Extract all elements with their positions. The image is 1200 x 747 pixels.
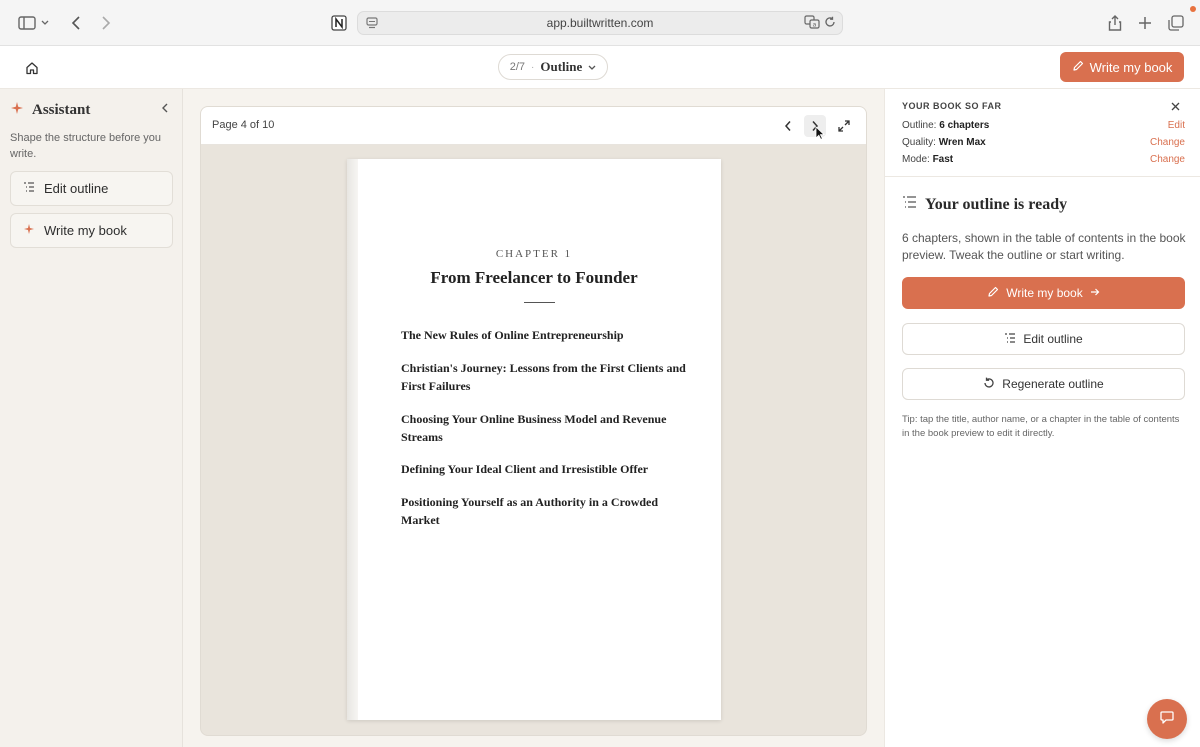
book-preview: Page 4 of 10 CHAPTER 1 From Freelancer t…: [200, 106, 867, 736]
change-mode-link[interactable]: Change: [1150, 154, 1185, 165]
panel-tip: Tip: tap the title, author name, or a ch…: [902, 414, 1180, 439]
edit-outline-panel-label: Edit outline: [1023, 332, 1083, 346]
translate-icon[interactable]: a: [804, 15, 820, 32]
chevron-down-icon[interactable]: [38, 12, 52, 34]
collapse-icon[interactable]: [161, 102, 169, 116]
step-separator: ·: [531, 61, 535, 73]
panel-heading-text: Your outline is ready: [925, 195, 1068, 213]
edit-outline-link[interactable]: Edit: [1168, 120, 1185, 131]
edit-outline-label: Edit outline: [44, 181, 109, 196]
edit-outline-button[interactable]: Edit outline: [10, 171, 173, 206]
write-my-book-sidebar-label: Write my book: [44, 223, 127, 238]
mouse-cursor-icon: [815, 126, 825, 140]
book-page[interactable]: CHAPTER 1 From Freelancer to Founder The…: [347, 159, 721, 720]
summary-row-quality: Quality: Wren Max Change: [902, 137, 1185, 151]
outline-list-icon: [1004, 332, 1016, 347]
chat-bubble-icon: [1159, 709, 1175, 730]
toc-item[interactable]: Choosing Your Online Business Model and …: [401, 410, 691, 446]
step-selector[interactable]: 2/7 · Outline: [498, 54, 608, 80]
step-count: 2/7: [509, 61, 526, 73]
close-icon[interactable]: [1171, 100, 1180, 114]
panel-heading: Your outline is ready: [902, 195, 1067, 214]
pencil-icon: [1072, 60, 1084, 75]
chat-button[interactable]: [1147, 699, 1187, 739]
browser-toolbar: app.builtwritten.com a: [0, 0, 1200, 46]
summary-row-mode: Mode: Fast Change: [902, 154, 1185, 168]
row-key: Mode:: [902, 154, 930, 165]
write-my-book-label: Write my book: [1089, 59, 1173, 75]
summary-row-outline: Outline: 6 chapters Edit: [902, 120, 1185, 134]
sidebar-icon[interactable]: [16, 12, 38, 34]
notion-icon[interactable]: [328, 12, 350, 34]
chevron-down-icon: [588, 60, 596, 74]
sidebar-subtitle: Shape the structure before you write.: [10, 132, 162, 160]
regenerate-outline-label: Regenerate outline: [1002, 377, 1104, 391]
svg-text:a: a: [813, 22, 817, 29]
step-label: Outline: [540, 59, 583, 74]
new-tab-icon[interactable]: [1134, 12, 1156, 34]
assistant-sidebar: Assistant Shape the structure before you…: [0, 89, 183, 747]
write-my-book-primary-label: Write my book: [1006, 286, 1083, 300]
chapter-title[interactable]: From Freelancer to Founder: [347, 268, 721, 288]
row-key: Outline:: [902, 120, 937, 131]
row-value: Fast: [932, 154, 954, 165]
book-summary: YOUR BOOK SO FAR Outline: 6 chapters Edi…: [885, 89, 1200, 177]
share-icon[interactable]: [1104, 12, 1126, 34]
toc-item[interactable]: Christian's Journey: Lessons from the Fi…: [401, 359, 691, 395]
regenerate-outline-button[interactable]: Regenerate outline: [902, 368, 1185, 400]
fullscreen-icon[interactable]: [833, 115, 855, 137]
url-text[interactable]: app.builtwritten.com: [547, 16, 654, 30]
page-spine: [347, 159, 358, 720]
write-my-book-button[interactable]: Write my book: [1060, 52, 1184, 82]
page-indicator: Page 4 of 10: [212, 119, 275, 131]
regenerate-icon: [983, 377, 995, 392]
sidebar-title: Assistant: [32, 101, 91, 118]
home-icon[interactable]: [22, 58, 42, 78]
back-icon[interactable]: [65, 12, 87, 34]
tabs-icon[interactable]: [1165, 12, 1187, 34]
toc-item[interactable]: Positioning Yourself as an Authority in …: [401, 493, 691, 529]
summary-title: YOUR BOOK SO FAR: [902, 101, 1002, 111]
write-my-book-sidebar-button[interactable]: Write my book: [10, 213, 173, 248]
pencil-icon: [987, 286, 999, 301]
notification-dot: [1190, 6, 1196, 12]
preview-toolbar: Page 4 of 10: [201, 107, 866, 145]
change-quality-link[interactable]: Change: [1150, 137, 1185, 148]
outline-list-icon: [23, 181, 35, 196]
address-bar[interactable]: app.builtwritten.com a: [357, 11, 843, 35]
sidebar-header: Assistant: [10, 101, 173, 119]
sparkle-icon: [10, 101, 24, 120]
reload-icon[interactable]: [824, 16, 836, 31]
chapter-label[interactable]: CHAPTER 1: [347, 248, 721, 260]
forward-icon[interactable]: [95, 12, 117, 34]
panel-description: 6 chapters, shown in the table of conten…: [902, 231, 1186, 262]
arrow-right-icon: [1090, 286, 1100, 300]
row-value: 6 chapters: [939, 120, 990, 131]
title-divider: [524, 302, 555, 303]
previous-page-icon[interactable]: [777, 115, 799, 137]
row-value: Wren Max: [938, 137, 986, 148]
edit-outline-panel-button[interactable]: Edit outline: [902, 323, 1185, 355]
sparkle-icon: [23, 223, 35, 238]
toc-item[interactable]: Defining Your Ideal Client and Irresisti…: [401, 460, 691, 478]
row-key: Quality:: [902, 137, 936, 148]
outline-panel: YOUR BOOK SO FAR Outline: 6 chapters Edi…: [884, 89, 1200, 747]
app-header: 2/7 · Outline Write my book: [0, 46, 1200, 89]
toc-item[interactable]: The New Rules of Online Entrepreneurship: [401, 326, 691, 344]
outline-list-icon: [902, 195, 917, 214]
write-my-book-primary-button[interactable]: Write my book: [902, 277, 1185, 309]
site-settings-icon[interactable]: [365, 16, 379, 30]
